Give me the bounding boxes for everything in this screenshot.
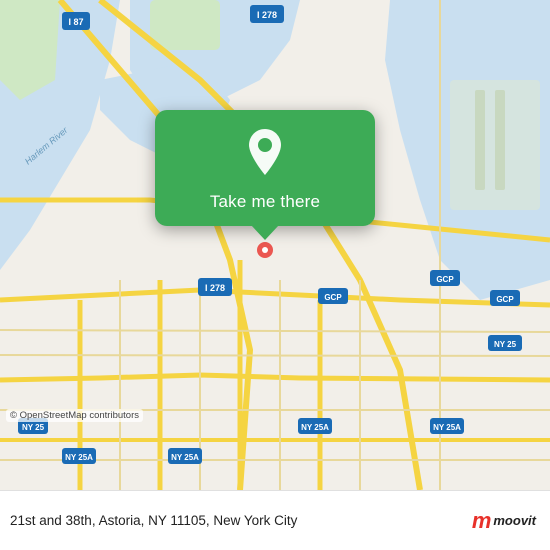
location-icon-wrap — [238, 128, 292, 182]
svg-text:I 278: I 278 — [205, 283, 225, 293]
popup-card: Take me there — [155, 110, 375, 226]
svg-text:NY 25A: NY 25A — [301, 423, 329, 432]
svg-text:GCP: GCP — [496, 295, 514, 304]
address-text: 21st and 38th, Astoria, NY 11105, New Yo… — [10, 513, 297, 528]
moovit-name: moovit — [493, 513, 536, 528]
svg-text:NY 25A: NY 25A — [65, 453, 93, 462]
svg-text:I 278: I 278 — [257, 10, 277, 20]
map-container[interactable]: I 87 I 278 I 278 GCP GCP GCP NY 25 NY 25… — [0, 0, 550, 490]
svg-text:NY 25: NY 25 — [494, 340, 517, 349]
bottom-bar: 21st and 38th, Astoria, NY 11105, New Yo… — [0, 490, 550, 550]
svg-text:I 87: I 87 — [68, 17, 83, 27]
svg-text:NY 25A: NY 25A — [433, 423, 461, 432]
osm-attribution: © OpenStreetMap contributors — [6, 409, 143, 422]
map-pin-icon — [243, 129, 287, 181]
svg-text:NY 25: NY 25 — [22, 423, 45, 432]
moovit-letter: m — [472, 510, 492, 532]
take-me-there-button[interactable]: Take me there — [210, 192, 320, 212]
svg-text:NY 25A: NY 25A — [171, 453, 199, 462]
svg-text:GCP: GCP — [324, 293, 342, 302]
svg-text:GCP: GCP — [436, 275, 454, 284]
moovit-logo: m moovit — [472, 510, 536, 532]
